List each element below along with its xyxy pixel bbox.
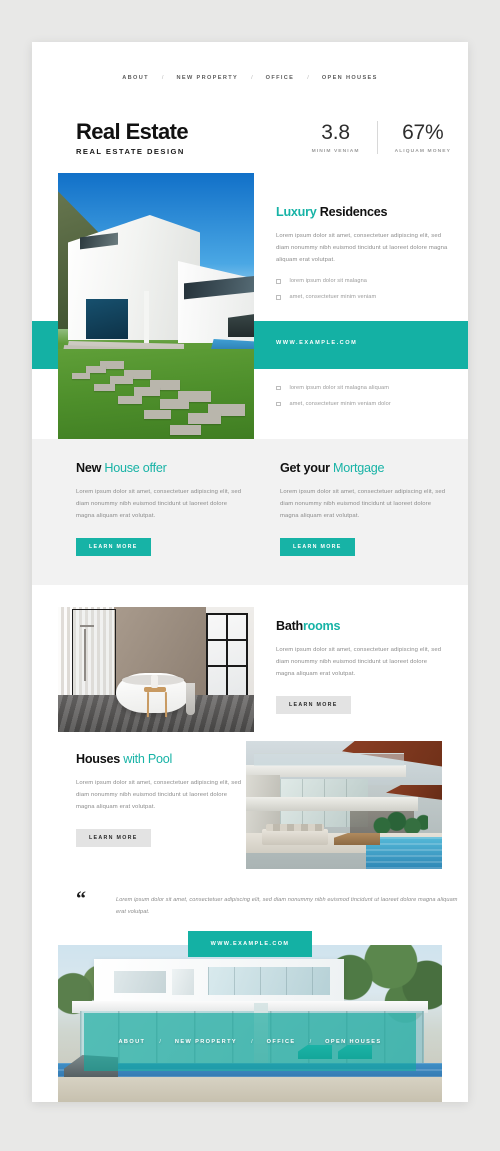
- checkbox-icon: [276, 295, 281, 300]
- bathroom-heading-dark: Bath: [276, 619, 303, 633]
- offer-heading: New House offer: [76, 461, 246, 475]
- learn-more-button[interactable]: LEARN MORE: [76, 538, 151, 557]
- footer-nav-item-open-houses[interactable]: OPEN HOUSES: [325, 1039, 381, 1045]
- footer-nav-item-about[interactable]: ABOUT: [118, 1039, 145, 1045]
- list-item-label: lorem ipsum dolor sit malagna: [289, 278, 368, 285]
- bathroom-copy-block: Bathrooms Lorem ipsum dolor sit amet, co…: [276, 619, 446, 715]
- brand-and-stats-row: Real Estate REAL ESTATE DESIGN 3.8 MINIM…: [76, 120, 468, 156]
- pool-body-text: Lorem ipsum dolor sit amet, consectetuer…: [76, 780, 242, 811]
- footer-url-text: WWW.EXAMPLE.COM: [210, 941, 290, 947]
- hero-stepping-stones: [58, 357, 254, 439]
- nav-separator: /: [159, 1039, 161, 1045]
- nav-separator: /: [251, 75, 253, 81]
- bathroom-image: [58, 607, 254, 732]
- quote-block: “ Lorem ipsum dolor sit amet, consectetu…: [76, 888, 468, 918]
- offer-heading-dark: Get your: [280, 461, 330, 475]
- stat-label: MINIM VENIAM: [311, 149, 360, 155]
- hero-entrance: [86, 299, 128, 339]
- bathroom-window-mullion: [226, 613, 228, 697]
- offer-heading-dark: New: [76, 461, 102, 475]
- stat-item: 3.8 MINIM VENIAM: [295, 121, 377, 154]
- learn-more-button[interactable]: LEARN MORE: [280, 538, 355, 557]
- learn-more-button[interactable]: LEARN MORE: [276, 696, 351, 715]
- offer-body-text: Lorem ipsum dolor sit amet, consectetuer…: [76, 489, 242, 520]
- brand-title: Real Estate: [76, 119, 189, 144]
- bathroom-heading-accent: rooms: [303, 619, 341, 633]
- list-item: amet, consectetuer minim veniam dolor: [276, 401, 456, 407]
- secondary-bullet-list: lorem ipsum dolor sit malagna aliquam am…: [276, 385, 456, 417]
- footer-nav-item-office[interactable]: OFFICE: [267, 1039, 296, 1045]
- top-nav-item-office[interactable]: OFFICE: [266, 75, 295, 81]
- bathroom-towel: [186, 683, 195, 715]
- pool-house-image: [246, 741, 442, 869]
- top-nav-item-new-property[interactable]: NEW PROPERTY: [176, 75, 238, 81]
- hero-copy-block: Luxury Residences Lorem ipsum dolor sit …: [276, 205, 448, 310]
- hero-heading-accent: Luxury: [276, 205, 317, 219]
- offer-body-text: Lorem ipsum dolor sit amet, consectetuer…: [280, 489, 446, 520]
- offer-heading-accent: House offer: [101, 461, 167, 475]
- list-item-label: amet, consectetuer minim veniam dolor: [289, 401, 391, 407]
- list-item: lorem ipsum dolor sit malagna aliquam: [276, 385, 456, 391]
- pool-outdoor-sofa: [262, 824, 328, 845]
- hero-body-text: Lorem ipsum dolor sit amet, consectetuer…: [276, 233, 448, 264]
- stat-label: ALIQUAM MONEY: [394, 149, 451, 155]
- footer-navigation: ABOUT / NEW PROPERTY / OFFICE / OPEN HOU…: [84, 1013, 416, 1071]
- email-template-page: ABOUT / NEW PROPERTY / OFFICE / OPEN HOU…: [0, 0, 500, 1151]
- hero-heading: Luxury Residences: [276, 205, 448, 219]
- offer-column-new-house: New House offer Lorem ipsum dolor sit am…: [76, 461, 246, 557]
- offer-heading-accent: Mortgage: [329, 461, 385, 475]
- footer-nav-item-new-property[interactable]: NEW PROPERTY: [175, 1039, 237, 1045]
- list-item-label: lorem ipsum dolor sit malagna aliquam: [289, 385, 389, 391]
- checkbox-icon: [276, 401, 281, 407]
- pool-heading-accent: with Pool: [120, 752, 173, 766]
- stat-item: 67% ALIQUAM MONEY: [376, 121, 468, 155]
- pool-copy-block: Houses with Pool Lorem ipsum dolor sit a…: [76, 752, 246, 848]
- top-nav-item-about[interactable]: ABOUT: [122, 75, 149, 81]
- pool-heading-dark: Houses: [76, 752, 120, 766]
- hero-pillar: [144, 291, 149, 343]
- footer-deck: [58, 1077, 442, 1102]
- bathroom-vase: [151, 675, 158, 688]
- bathroom-shower-bar: [84, 629, 86, 681]
- bathroom-shower-head: [80, 625, 94, 627]
- stat-value: 67%: [402, 121, 444, 144]
- quote-mark-icon: “: [76, 888, 86, 910]
- footer-url-badge[interactable]: WWW.EXAMPLE.COM: [188, 931, 312, 957]
- hero-heading-rest: Residences: [316, 205, 388, 219]
- stat-value: 3.8: [321, 121, 350, 144]
- brand-block: Real Estate REAL ESTATE DESIGN: [76, 119, 189, 157]
- bathroom-heading: Bathrooms: [276, 619, 446, 633]
- hero-bullet-list: lorem ipsum dolor sit malagna amet, cons…: [276, 278, 448, 300]
- nav-separator: /: [161, 75, 164, 81]
- checkbox-icon: [276, 279, 281, 284]
- band-url-text[interactable]: WWW.EXAMPLE.COM: [276, 340, 357, 346]
- hero-property-image: [58, 173, 254, 439]
- footer-upper-window-small: [172, 969, 194, 995]
- footer-property-image: ABOUT / NEW PROPERTY / OFFICE / OPEN HOU…: [58, 945, 442, 1102]
- checkbox-icon: [276, 385, 281, 391]
- offer-heading: Get your Mortgage: [280, 461, 450, 475]
- learn-more-button[interactable]: LEARN MORE: [76, 829, 151, 848]
- nav-separator: /: [251, 1039, 253, 1045]
- nav-separator: /: [309, 1039, 312, 1045]
- top-nav-item-open-houses[interactable]: OPEN HOUSES: [322, 75, 378, 81]
- pool-heading: Houses with Pool: [76, 752, 246, 766]
- top-navigation: ABOUT / NEW PROPERTY / OFFICE / OPEN HOU…: [32, 75, 468, 81]
- pool-balcony-railing: [254, 753, 404, 766]
- nav-separator: /: [307, 75, 309, 81]
- offer-column-mortgage: Get your Mortgage Lorem ipsum dolor sit …: [280, 461, 450, 557]
- list-item-label: amet, consectetuer minim veniam: [289, 294, 377, 301]
- list-item: amet, consectetuer minim veniam: [276, 294, 448, 300]
- quote-text: Lorem ipsum dolor sit amet, consectetuer…: [116, 897, 458, 915]
- footer-upper-glass: [208, 967, 330, 995]
- list-item: lorem ipsum dolor sit malagna: [276, 278, 448, 284]
- brand-subtitle: REAL ESTATE DESIGN: [76, 147, 185, 157]
- offers-section: New House offer Lorem ipsum dolor sit am…: [32, 439, 468, 585]
- stats-group: 3.8 MINIM VENIAM 67% ALIQUAM MONEY: [295, 121, 468, 155]
- footer-upper-window: [114, 971, 166, 993]
- bathroom-body-text: Lorem ipsum dolor sit amet, consectetuer…: [276, 647, 442, 678]
- bathroom-stool: [144, 687, 166, 717]
